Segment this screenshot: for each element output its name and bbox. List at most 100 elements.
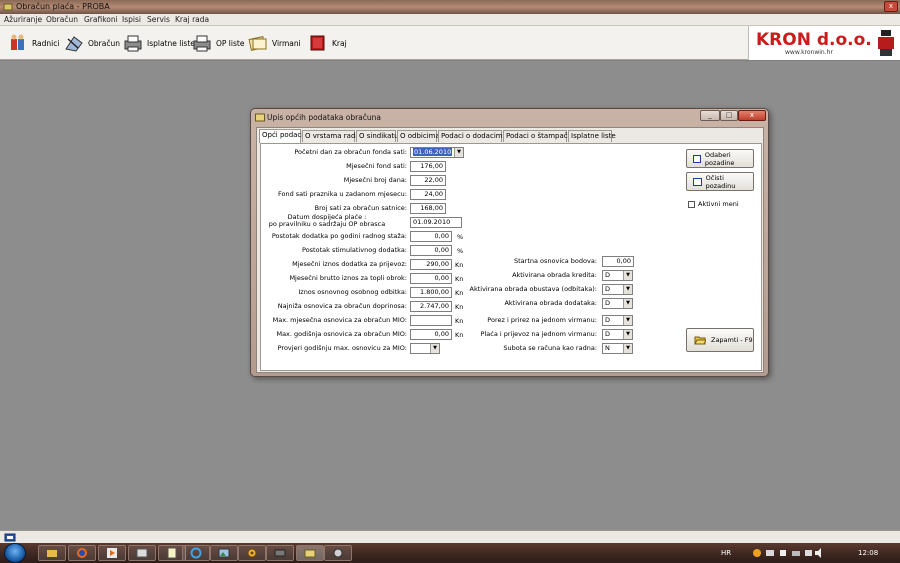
- tab-opci-podaci[interactable]: Opći podaci: [259, 129, 303, 143]
- menu-item-obracun[interactable]: Obračun: [46, 15, 78, 24]
- tab-podaci-o-stampacu[interactable]: Podaci o štampaču: [503, 130, 572, 142]
- input-startna-osnovica[interactable]: 0,00: [602, 256, 634, 267]
- toolbar-label-virmani: Virmani: [272, 38, 301, 48]
- taskbar-ie-button[interactable]: [182, 545, 210, 561]
- label-dodatak-prijevoz: Mjesečni iznos dodatka za prijevoz:: [292, 260, 407, 268]
- save-button[interactable]: Zapamti - F9: [686, 328, 754, 352]
- dropdown-pocetni-dan[interactable]: 01.06.2010 ▼: [410, 147, 464, 158]
- image-viewer-icon: [218, 548, 230, 558]
- menu-item-ispisi[interactable]: Ispisi: [122, 15, 141, 24]
- menu-item-servis[interactable]: Servis: [147, 15, 170, 24]
- input-datum-dospijeca[interactable]: 01.09.2010: [410, 217, 462, 228]
- input-osobni-odbitak[interactable]: 1.800,00: [410, 287, 452, 298]
- tab-panel-opci-podaci: Početni dan za obračun fonda sati: 01.06…: [260, 143, 762, 371]
- choose-background-button[interactable]: Odaberi pozadine: [686, 149, 754, 168]
- input-mjesecni-fond-sati[interactable]: 176,00: [410, 161, 446, 172]
- taskbar-payroll-button[interactable]: [296, 545, 324, 561]
- unit-kn: Kn: [455, 331, 464, 339]
- label-fond-sati-praznika: Fond sati praznika u zadanom mjesecu:: [278, 190, 407, 198]
- toolbar-button-obracun[interactable]: Obračun: [64, 31, 120, 55]
- save-label: Zapamti - F9: [711, 336, 753, 344]
- dropdown-obrada-kredita[interactable]: D ▼: [602, 270, 633, 281]
- dropdown-obrada-dodataka[interactable]: D ▼: [602, 298, 633, 309]
- input-stimulativni-dodatak[interactable]: 0,00: [410, 245, 452, 256]
- status-icon: [4, 533, 16, 542]
- background-add-icon: [693, 154, 701, 163]
- dropdown-provjeri-osnovicu[interactable]: ▼: [410, 343, 440, 354]
- input-mjesecni-broj-dana[interactable]: 22,00: [410, 175, 446, 186]
- input-max-godisnja-mio[interactable]: 0,00: [410, 329, 452, 340]
- input-dodatak-prijevoz[interactable]: 290,00: [410, 259, 452, 270]
- dialog-minimize-button[interactable]: _: [700, 110, 720, 121]
- logo-url: www.kronwin.hr: [785, 49, 833, 56]
- dropdown-porez-prirez-virman-value: D: [605, 316, 611, 324]
- input-topli-obrok[interactable]: 0,00: [410, 273, 452, 284]
- label-najniza-osnovica: Najniža osnovica za obračun doprinosa:: [277, 302, 407, 310]
- toolbar-button-radnici[interactable]: Radnici: [8, 31, 59, 55]
- menu-item-grafikoni[interactable]: Grafikoni: [84, 15, 118, 24]
- taskbar-firefox-button[interactable]: [68, 545, 96, 561]
- dialog-maximize-button[interactable]: □: [720, 110, 738, 121]
- clock[interactable]: 12:08: [858, 549, 878, 557]
- tab-podaci-o-dodacima[interactable]: Podaci o dodacima: [438, 130, 507, 142]
- dropdown-porez-prirez-virman[interactable]: D ▼: [602, 315, 633, 326]
- toolbar-button-virmani[interactable]: Virmani: [248, 31, 301, 55]
- label-obrada-kredita: Aktivirana obrada kredita:: [512, 271, 597, 279]
- taskbar-settings-button[interactable]: [238, 545, 266, 561]
- input-najniza-osnovica[interactable]: 2.747,00: [410, 301, 452, 312]
- internet-explorer-icon: [190, 547, 202, 559]
- app-title-bar: Obračun plaća - PROBA x: [0, 0, 900, 14]
- toolbar-button-op-liste[interactable]: OP liste: [192, 31, 244, 55]
- app-icon: [333, 548, 343, 558]
- open-folder-icon: [694, 336, 706, 345]
- unit-kn: Kn: [455, 317, 464, 325]
- taskbar-remote-button[interactable]: [266, 545, 294, 561]
- payslips-printer-icon: [124, 35, 142, 52]
- dropdown-obrada-obustava[interactable]: D ▼: [602, 284, 633, 295]
- media-player-icon: [107, 548, 117, 558]
- menu-item-azuriranje[interactable]: Ažuriranje: [4, 15, 42, 24]
- label-pocetni-dan: Početni dan za obračun fonda sati:: [294, 148, 407, 156]
- dropdown-placa-prijevoz-virman[interactable]: D ▼: [602, 329, 633, 340]
- taskbar-explorer-button[interactable]: [38, 545, 66, 561]
- dialog-title: Upis općih podataka obračuna: [267, 113, 382, 122]
- start-button[interactable]: [4, 543, 26, 563]
- toolbar-button-kraj[interactable]: Kraj: [308, 31, 347, 55]
- taskbar-media-button[interactable]: [98, 545, 126, 561]
- label-placa-prijevoz-virman: Plaća i prijevoz na jednom virmanu:: [480, 330, 597, 338]
- toolbar-label-kraj: Kraj: [332, 38, 347, 48]
- remote-icon: [274, 549, 286, 557]
- tab-isplatne-liste[interactable]: Isplatne liste: [568, 130, 616, 142]
- taskbar-app-button[interactable]: [128, 545, 156, 561]
- label-provjeri-osnovicu: Provjeri godišnju max. osnovicu za MIO:: [277, 344, 407, 352]
- input-broj-sati-satnice[interactable]: 168,00: [410, 203, 446, 214]
- gear-icon: [247, 548, 257, 558]
- input-fond-sati-praznika[interactable]: 24,00: [410, 189, 446, 200]
- tab-o-odbicima[interactable]: O odbicima: [397, 130, 440, 142]
- transfer-orders-icon: [248, 36, 267, 51]
- dropdown-subota-radna[interactable]: N ▼: [602, 343, 633, 354]
- label-startna-osnovica: Startna osnovica bodova:: [513, 257, 597, 265]
- chevron-down-icon: ▼: [623, 316, 632, 325]
- taskbar-image-button[interactable]: [210, 545, 238, 561]
- unit-kn: Kn: [455, 261, 464, 269]
- input-max-mjesecna-mio[interactable]: [410, 315, 452, 326]
- label-stimulativni-dodatak: Postotak stimulativnog dodatka:: [302, 246, 407, 254]
- clear-background-button[interactable]: Očisti pozadinu: [686, 172, 754, 191]
- firefox-icon: [77, 548, 87, 558]
- op-lists-printer-icon: [193, 35, 211, 52]
- tab-o-vrstama-rada[interactable]: O vrstama rada: [302, 130, 360, 142]
- label-topli-obrok: Mjesečni brutto iznos za topli obrok:: [289, 274, 407, 282]
- input-postotak-staza[interactable]: 0,00: [410, 231, 452, 242]
- active-menu-checkbox[interactable]: [688, 201, 695, 208]
- app-close-button[interactable]: x: [884, 1, 898, 12]
- toolbar-button-isplatne-liste[interactable]: Isplatne liste: [123, 31, 195, 55]
- chevron-down-icon: ▼: [623, 271, 632, 280]
- menu-item-kraj-rada[interactable]: Kraj rada: [175, 15, 209, 24]
- chevron-down-icon: ▼: [623, 330, 632, 339]
- dialog-close-button[interactable]: x: [738, 110, 766, 121]
- app-icon: [3, 3, 13, 11]
- taskbar-extra-button[interactable]: [324, 545, 352, 561]
- tab-o-sindikatu[interactable]: O sindikatu: [356, 130, 399, 142]
- language-indicator[interactable]: HR: [721, 549, 731, 557]
